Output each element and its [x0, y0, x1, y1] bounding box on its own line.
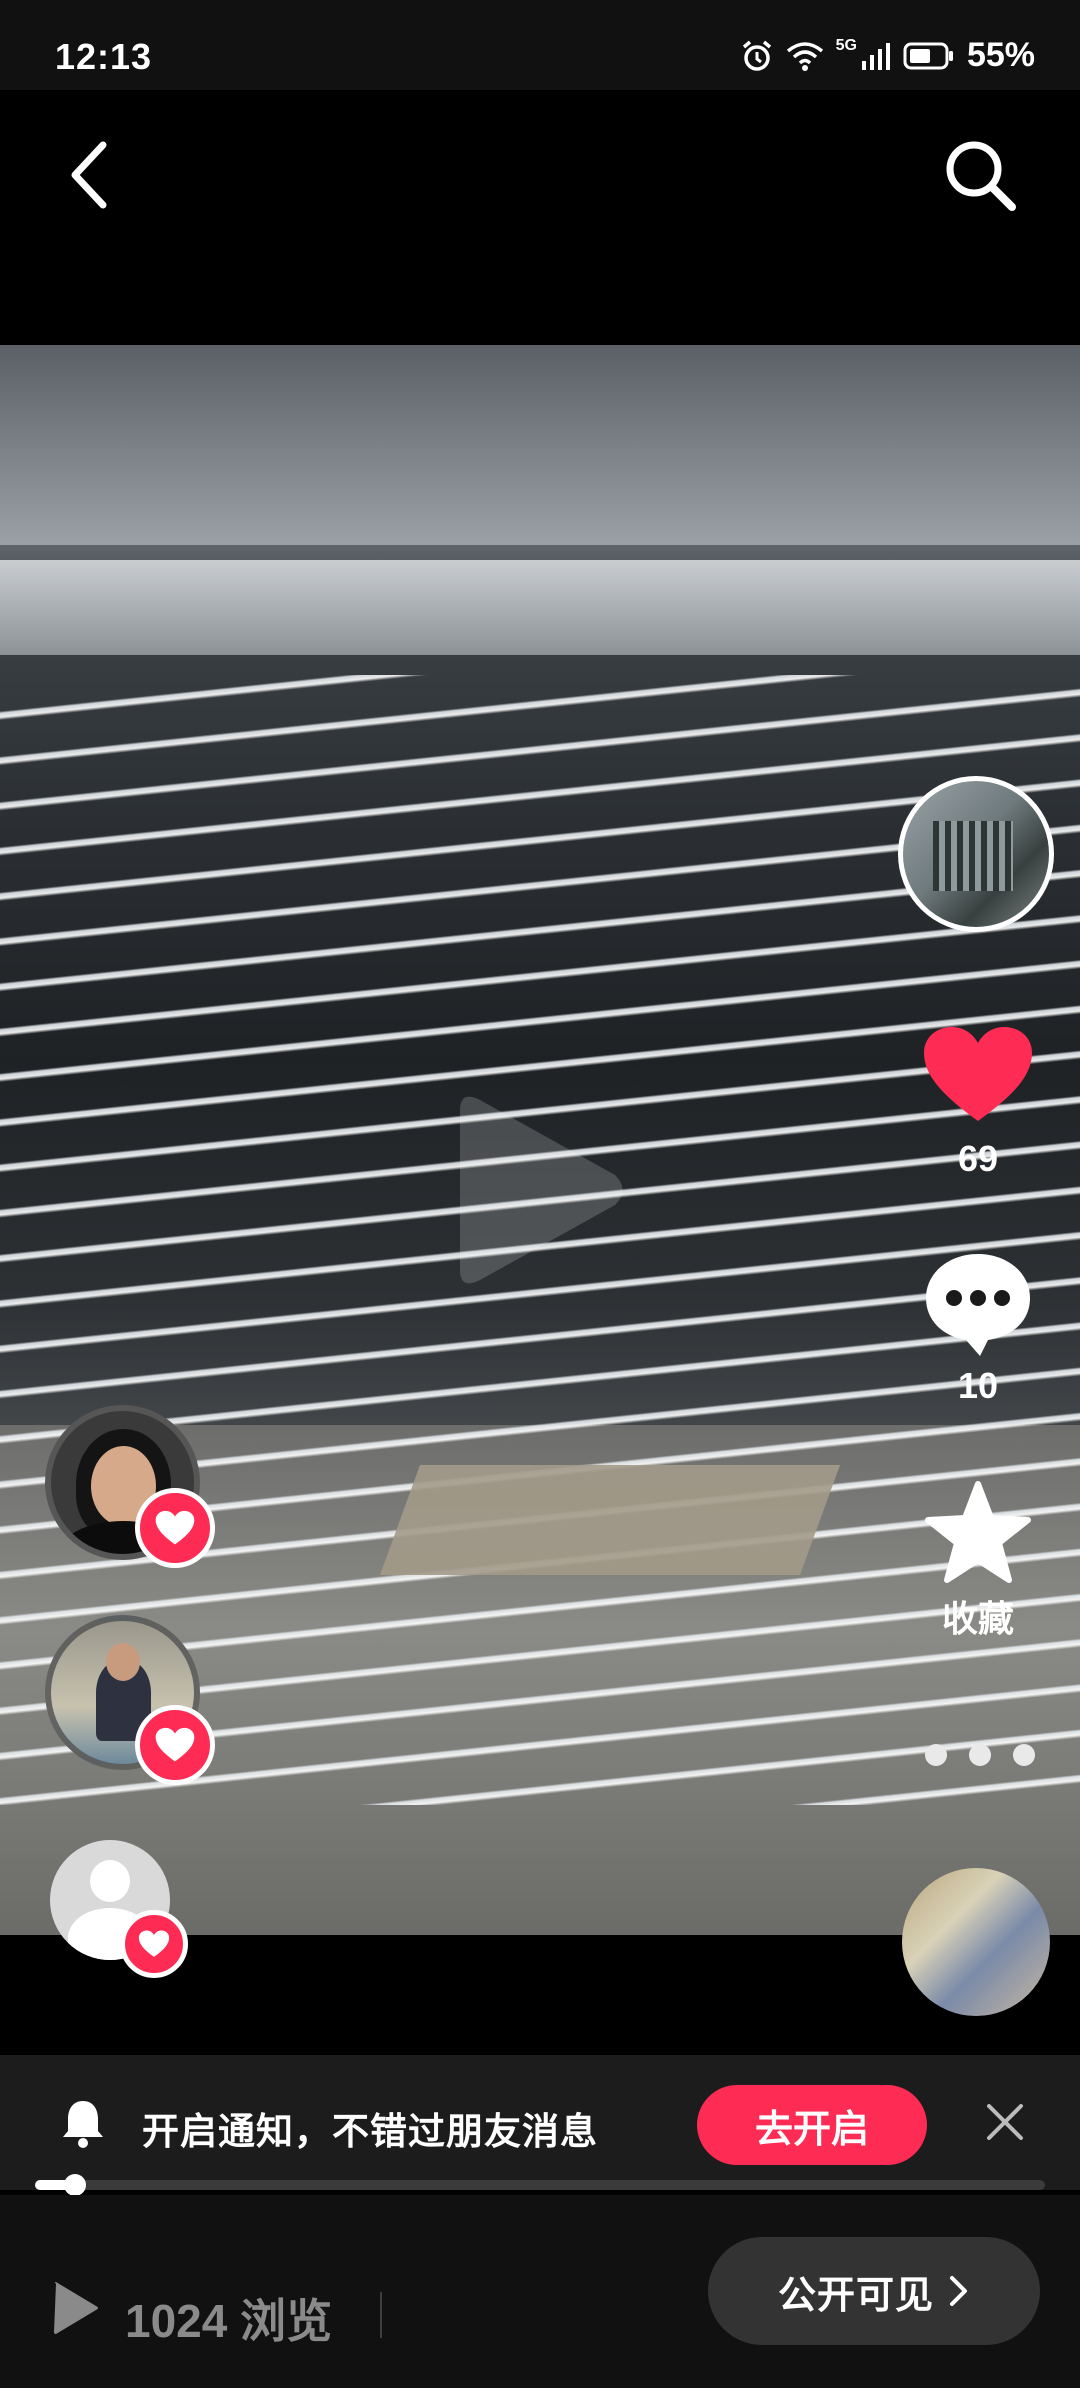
- network-type: 5G: [835, 36, 857, 54]
- visibility-button[interactable]: 公开可见: [708, 2237, 1040, 2345]
- status-icons: 5G 55%: [740, 36, 1035, 75]
- video-progress-bar[interactable]: [35, 2180, 1045, 2190]
- heart-icon[interactable]: [922, 1025, 1034, 1125]
- status-time: 12:13: [55, 36, 153, 77]
- comment-count: 10: [957, 1365, 999, 1406]
- close-icon[interactable]: [983, 2100, 1027, 2144]
- comment-icon[interactable]: [922, 1250, 1034, 1360]
- gate-thumbnail: [933, 821, 1013, 891]
- wifi-icon: [786, 41, 823, 71]
- avatar-head: [106, 1643, 140, 1681]
- enable-notification-button[interactable]: 去开启: [697, 2085, 927, 2165]
- heart-icon: [155, 1510, 195, 1545]
- chevron-right-icon: [950, 2276, 967, 2306]
- star-icon[interactable]: [922, 1480, 1034, 1585]
- friend-like-badge-3[interactable]: [120, 1910, 188, 1978]
- heart-icon: [138, 1930, 170, 1957]
- view-count: 1024 浏览: [125, 2295, 333, 2347]
- divider: [380, 2292, 382, 2338]
- video-frame-cardboard: [379, 1465, 841, 1575]
- bottom-bar: 1024 浏览 公开可见: [0, 2195, 1080, 2388]
- avatar-placeholder-head: [90, 1860, 130, 1902]
- more-dot: [969, 1744, 991, 1766]
- play-icon[interactable]: [450, 1090, 630, 1290]
- status-bar: 12:13 5G 55%: [0, 0, 1080, 90]
- search-icon[interactable]: [940, 135, 1020, 215]
- music-disc-thumbnail[interactable]: [902, 1868, 1050, 2016]
- friend-like-badge-1[interactable]: [135, 1488, 215, 1568]
- more-options-icon[interactable]: [925, 1735, 1035, 1775]
- battery-icon: [903, 42, 953, 69]
- video-frame-beam: [0, 560, 1080, 655]
- notification-text: 开启通知，不错过朋友消息: [142, 2111, 598, 2152]
- notification-banner: 开启通知，不错过朋友消息 去开启: [0, 2055, 1080, 2190]
- battery-level: 55%: [966, 36, 1035, 74]
- visibility-label: 公开可见: [777, 2274, 934, 2317]
- friend-like-badge-2[interactable]: [135, 1705, 215, 1785]
- more-dot: [1013, 1744, 1035, 1766]
- signal-icon: [861, 42, 890, 70]
- collect-label: 收藏: [941, 1598, 1014, 1639]
- bell-icon: [63, 2101, 103, 2148]
- heart-icon: [155, 1727, 195, 1762]
- back-icon[interactable]: [55, 135, 125, 215]
- alarm-icon: [742, 40, 771, 71]
- play-count-icon: [54, 2282, 98, 2334]
- video-frame-sky: [0, 345, 1080, 545]
- like-count: 69: [957, 1138, 999, 1179]
- creator-avatar[interactable]: [898, 776, 1054, 932]
- top-bar: [0, 90, 1080, 345]
- more-dot: [925, 1744, 947, 1766]
- video-progress-handle[interactable]: [64, 2174, 87, 2196]
